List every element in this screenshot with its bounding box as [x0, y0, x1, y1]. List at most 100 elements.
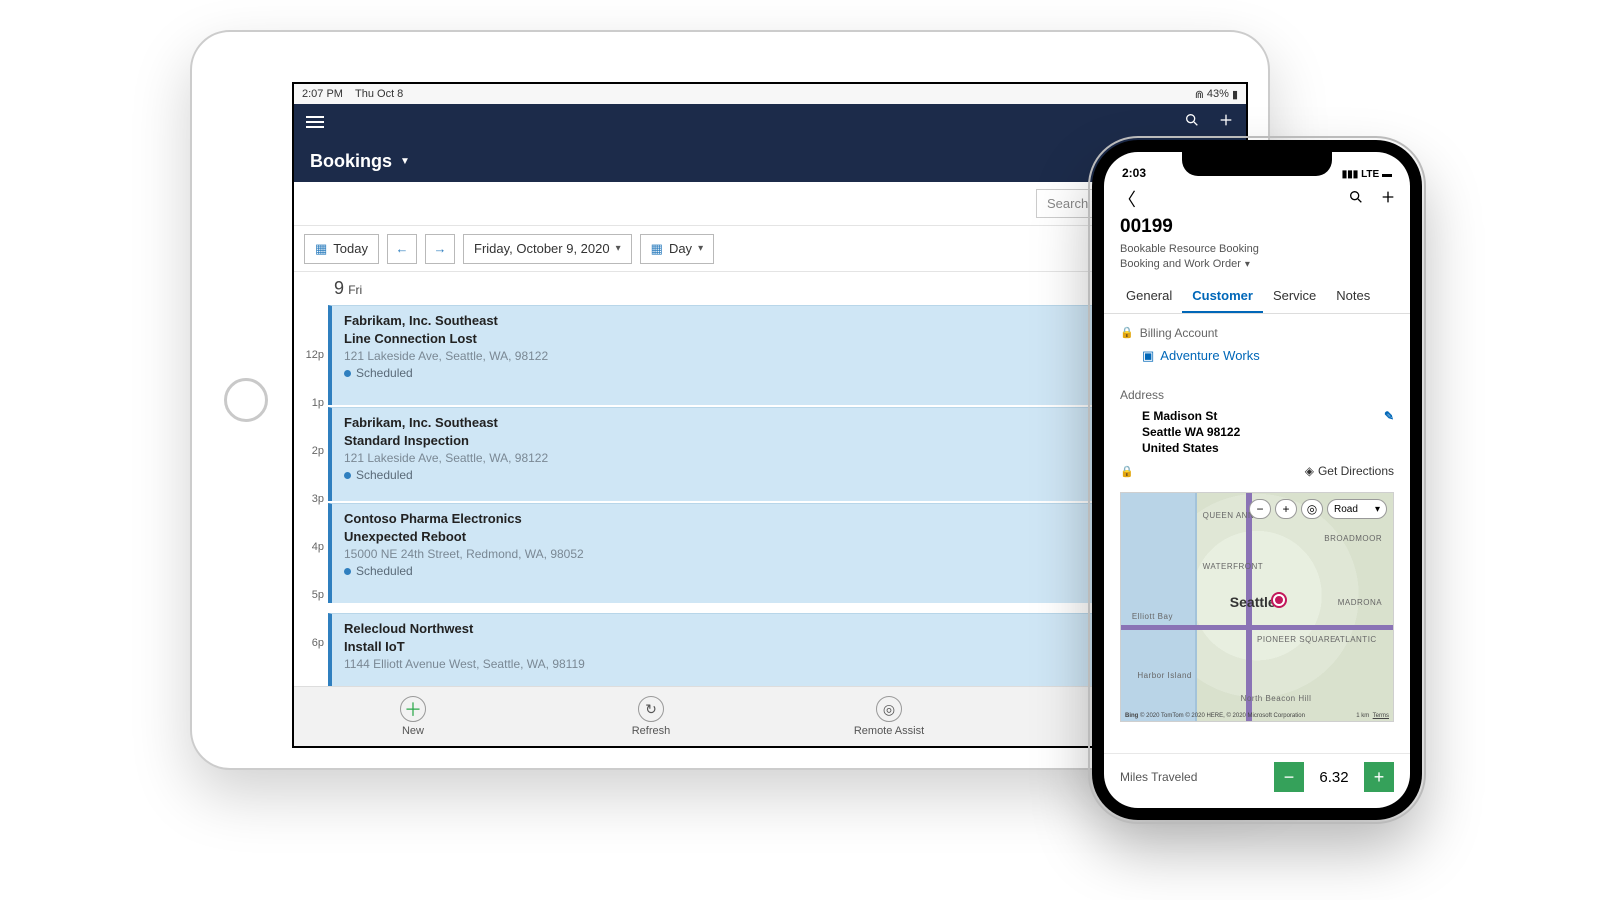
map-neighborhood: Harbor Island: [1137, 671, 1192, 680]
date-picker[interactable]: Friday, October 9, 2020 ▾: [463, 234, 632, 264]
map-mode-select[interactable]: Road▾: [1327, 499, 1387, 519]
tab-general[interactable]: General: [1116, 282, 1182, 313]
map-zoom-out-button[interactable]: −: [1249, 499, 1271, 519]
map-zoom-in-button[interactable]: +: [1275, 499, 1297, 519]
phone-status-time: 2:03: [1122, 166, 1146, 180]
map-neighborhood: ATLANTIC: [1335, 635, 1377, 644]
today-button[interactable]: ▦ Today: [304, 234, 379, 264]
tablet-home-button[interactable]: [224, 378, 268, 422]
billing-account-link[interactable]: ▣ Adventure Works: [1120, 342, 1394, 370]
address-value: E Madison St Seattle WA 98122 United Sta…: [1120, 404, 1394, 461]
record-subtitle: Bookable Resource Booking Booking and Wo…: [1104, 238, 1410, 272]
entity-label: Bookable Resource Booking: [1120, 242, 1394, 257]
add-icon[interactable]: [1218, 112, 1234, 133]
tab-bar: General Customer Service Notes: [1104, 272, 1410, 314]
wifi-icon: ⋒: [1195, 88, 1204, 101]
search-icon[interactable]: [1184, 112, 1200, 133]
hour-label: 5p: [298, 589, 324, 601]
map-neighborhood: MADRONA: [1338, 598, 1382, 607]
map-neighborhood: BROADMOOR: [1324, 534, 1382, 543]
map-locate-button[interactable]: ◎: [1301, 499, 1323, 519]
page-title: Bookings: [310, 151, 392, 172]
status-dot-icon: [344, 568, 351, 575]
menu-icon[interactable]: [306, 113, 324, 131]
add-icon[interactable]: [1380, 189, 1396, 210]
prev-day-button[interactable]: ←: [387, 234, 417, 264]
day-weekday: Fri: [348, 283, 362, 297]
record-number: 00199: [1120, 216, 1394, 238]
signal-icon: ▮▮▮: [1342, 169, 1359, 180]
map-view[interactable]: Seattle QUEEN ANNE BROADMOOR WATERFRONT …: [1120, 492, 1394, 722]
directions-icon: ◈: [1305, 464, 1314, 478]
hour-label: 2p: [298, 445, 324, 457]
hour-label: 12p: [298, 349, 324, 361]
map-controls: − + ◎ Road▾: [1249, 499, 1387, 519]
edit-address-button[interactable]: ✎: [1384, 408, 1394, 424]
tab-service[interactable]: Service: [1263, 282, 1326, 313]
lock-icon: 🔒: [1120, 465, 1134, 478]
remote-label: Remote Assist: [854, 725, 924, 737]
battery-percent: 43%: [1207, 88, 1229, 100]
calendar-grid-icon: ▦: [651, 241, 663, 257]
new-button[interactable]: ＋ New: [294, 687, 532, 746]
map-attribution: Bing © 2020 TomTom © 2020 HERE, © 2020 M…: [1125, 713, 1389, 719]
tab-customer[interactable]: Customer: [1182, 282, 1263, 313]
address-line2: Seattle WA 98122: [1142, 424, 1394, 440]
address-line1: E Madison St: [1142, 408, 1394, 424]
map-pin-icon: [1273, 594, 1285, 606]
phone-screen: 2:03 ▮▮▮ LTE ▬ 〈 00199 Bookable Resource: [1104, 152, 1410, 808]
address-label: Address: [1120, 388, 1164, 402]
map-neighborhood: WATERFRONT: [1203, 562, 1264, 571]
hour-label: 4p: [298, 541, 324, 553]
map-terms-link[interactable]: Terms: [1373, 713, 1389, 719]
directions-label: Get Directions: [1318, 464, 1394, 478]
range-label: Day: [669, 241, 692, 256]
miles-value[interactable]: 6.32: [1314, 769, 1354, 786]
refresh-button[interactable]: ↻ Refresh: [532, 687, 770, 746]
map-neighborhood: PIONEER SQUARE: [1257, 635, 1336, 644]
back-button[interactable]: 〈: [1118, 186, 1136, 212]
status-dot-icon: [344, 472, 351, 479]
account-icon: ▣: [1142, 348, 1154, 364]
map-mode-label: Road: [1334, 504, 1358, 515]
phone-device-frame: 2:03 ▮▮▮ LTE ▬ 〈 00199 Bookable Resource: [1092, 140, 1422, 820]
chevron-down-icon[interactable]: ▼: [400, 156, 410, 167]
battery-icon: ▬: [1382, 169, 1392, 180]
carrier-label: LTE: [1361, 169, 1379, 180]
miles-decrement-button[interactable]: −: [1274, 762, 1304, 792]
range-picker[interactable]: ▦ Day ▾: [640, 234, 714, 264]
chevron-down-icon[interactable]: ▾: [1245, 258, 1250, 272]
map-highway: [1121, 625, 1393, 630]
tablet-status-date: Thu Oct 8: [355, 88, 403, 100]
billing-label: Billing Account: [1140, 326, 1218, 340]
hololens-icon: ◎: [876, 696, 902, 722]
record-title: 00199: [1104, 216, 1410, 238]
map-copyright: © 2020 TomTom © 2020 HERE, © 2020 Micros…: [1140, 713, 1305, 719]
get-directions-button[interactable]: ◈ Get Directions: [1305, 464, 1394, 478]
map-neighborhood: Elliott Bay: [1132, 612, 1173, 621]
miles-label: Miles Traveled: [1120, 770, 1197, 784]
form-label: Booking and Work Order: [1120, 257, 1241, 272]
tablet-status-bar: 2:07 PM Thu Oct 8 ⋒ 43% ▮: [294, 84, 1246, 104]
next-day-button[interactable]: →: [425, 234, 455, 264]
phone-top-bar: 〈: [1104, 182, 1410, 216]
date-label: Friday, October 9, 2020: [474, 241, 610, 256]
battery-icon: ▮: [1232, 88, 1238, 101]
chevron-down-icon: ▾: [616, 243, 621, 254]
refresh-icon: ↻: [638, 696, 664, 722]
search-icon[interactable]: [1348, 189, 1364, 210]
remote-assist-button[interactable]: ◎ Remote Assist: [770, 687, 1008, 746]
billing-section: 🔒 Billing Account ▣ Adventure Works: [1104, 314, 1410, 376]
map-brand: Bing: [1125, 713, 1138, 719]
status-dot-icon: [344, 370, 351, 377]
today-label: Today: [333, 241, 368, 256]
refresh-label: Refresh: [632, 725, 671, 737]
hour-label: 3p: [298, 493, 324, 505]
address-section: Address E Madison St Seattle WA 98122 Un…: [1104, 376, 1410, 489]
miles-increment-button[interactable]: +: [1364, 762, 1394, 792]
day-number: 9: [334, 278, 344, 298]
plus-icon: ＋: [404, 696, 422, 722]
tab-notes[interactable]: Notes: [1326, 282, 1380, 313]
map-water: [1121, 493, 1197, 721]
chevron-down-icon: ▾: [698, 243, 703, 254]
